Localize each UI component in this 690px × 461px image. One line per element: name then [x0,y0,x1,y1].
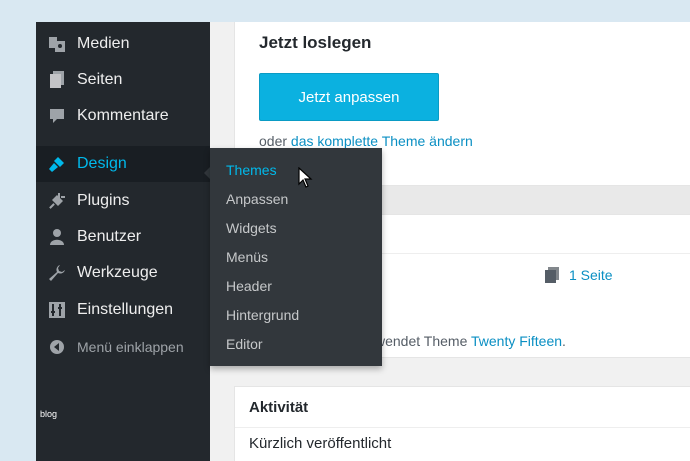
sidebar-item-label: Einstellungen [77,301,174,318]
sidebar-item-label: Design [77,155,127,172]
activity-panel: Aktivität Kürzlich veröffentlicht [234,386,690,461]
mouse-cursor-icon [298,167,313,188]
sidebar-item-label: Seiten [77,71,123,88]
theme-info-line: wendet Theme Twenty Fifteen. [375,333,566,349]
user-icon [47,227,67,247]
plugin-icon [47,191,67,211]
submenu-item-editor[interactable]: Editor [210,329,382,358]
sidebar-item-seiten[interactable]: Seiten [36,62,210,98]
settings-icon [47,300,67,320]
collapse-arrow-icon [47,337,67,357]
sidebar-item-benutzer[interactable]: Benutzer [36,219,210,255]
recently-published-heading: Kürzlich veröffentlicht [249,435,392,452]
sidebar-item-label: Werkzeuge [77,264,158,281]
collapse-menu-label: Menü einklappen [77,339,184,355]
sidebar-item-kommentare[interactable]: Kommentare [36,98,210,134]
admin-sidebar: Medien Seiten Kommentare Design Plugins [36,22,210,461]
sidebar-item-plugins[interactable]: Plugins [36,183,210,219]
sidebar-item-medien[interactable]: Medien [36,26,210,62]
panel-divider [235,427,690,428]
pages-count-link[interactable]: 1 Seite [545,267,613,283]
activity-title: Aktivität [249,399,309,416]
sidebar-item-label: Kommentare [77,107,169,124]
comments-icon [47,106,67,126]
customize-button[interactable]: Jetzt anpassen [259,73,439,121]
wp-admin-window: Jetzt loslegen Jetzt anpassen oder das k… [36,22,690,461]
welcome-title: Jetzt loslegen [259,33,372,52]
pages-count-label: 1 Seite [569,267,613,283]
pages-icon [545,267,559,283]
submenu-item-widgets[interactable]: Widgets [210,213,382,242]
submenu-item-header[interactable]: Header [210,271,382,300]
sidebar-item-label: Benutzer [77,228,142,245]
theme-info-suffix: . [562,333,566,349]
sidebar-item-label: Medien [77,35,130,52]
pages-icon [47,70,67,90]
submenu-item-menus[interactable]: Menüs [210,242,382,271]
change-theme-prefix: oder [259,133,291,149]
sidebar-item-einstellungen[interactable]: Einstellungen [36,292,210,328]
sidebar-item-werkzeuge[interactable]: Werkzeuge [36,255,210,291]
watermark-text: blog [40,409,58,419]
submenu-item-anpassen[interactable]: Anpassen [210,184,382,213]
theme-name-link[interactable]: Twenty Fifteen [471,333,562,349]
change-theme-link[interactable]: das komplette Theme ändern [291,133,473,149]
change-theme-line: oder das komplette Theme ändern [259,133,473,149]
submenu-item-themes[interactable]: Themes [210,155,382,184]
collapse-menu-button[interactable]: Menü einklappen [36,329,210,365]
design-submenu: Themes Anpassen Widgets Menüs Header Hin… [210,148,382,366]
media-icon [47,34,67,54]
theme-info-prefix: wendet Theme [375,333,471,349]
submenu-item-hintergrund[interactable]: Hintergrund [210,300,382,329]
wrench-icon [47,263,67,283]
sidebar-item-design[interactable]: Design [36,146,210,182]
sidebar-item-label: Plugins [77,192,130,209]
brush-icon [47,154,67,174]
